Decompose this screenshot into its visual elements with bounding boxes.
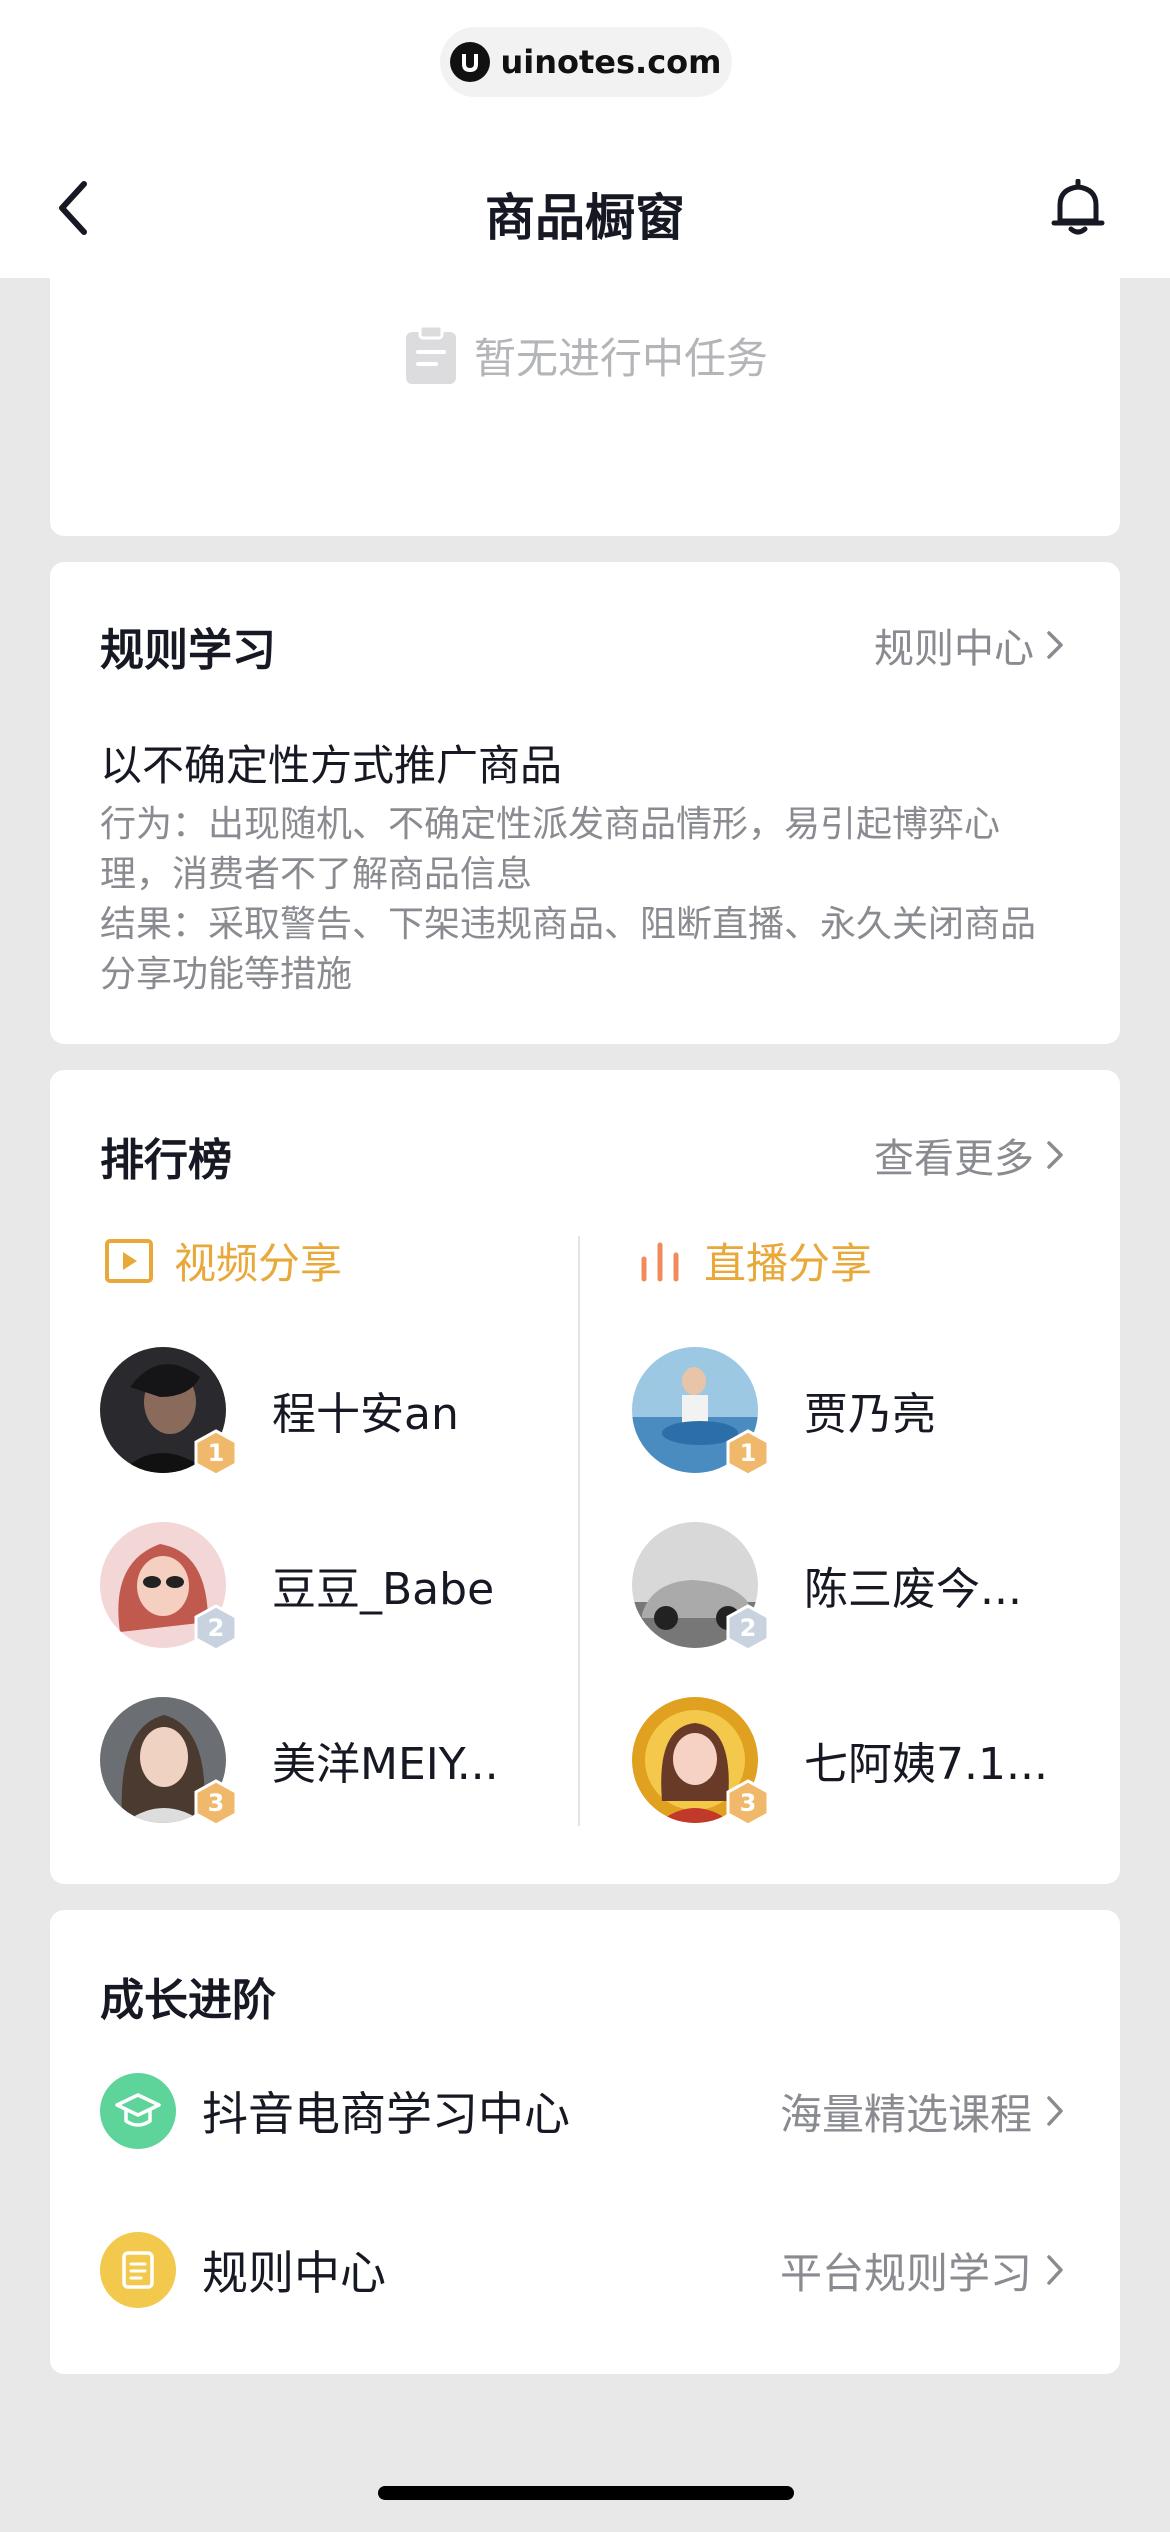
video-rank-item-2[interactable]: 2 豆豆_Babe [100, 1522, 522, 1652]
rules-center-link[interactable]: 规则中心 [874, 616, 1064, 674]
live-rank-item-3[interactable]: 3 七阿姨7.1... [632, 1697, 1054, 1827]
rules-center-sub: 平台规则学习 [779, 2248, 1032, 2298]
avatar-wrap: 2 [632, 1522, 770, 1652]
clipboard-icon [405, 324, 456, 384]
view-more-link[interactable]: 查看更多 [874, 1126, 1064, 1184]
empty-state: 暂无进行中任务 [50, 324, 1120, 386]
notification-button[interactable] [1048, 178, 1108, 238]
rule-item-title: 以不确定性方式推广商品 [100, 741, 563, 790]
rank-badge: 2 [194, 1604, 238, 1652]
rule-item-body: 行为：出现随机、不确定性派发商品情形，易引起博弈心理，消费者不了解商品信息 结果… [100, 800, 1060, 1000]
video-rank-item-1[interactable]: 1 程十安an [100, 1347, 522, 1477]
live-share-label: 直播分享 [704, 1239, 873, 1288]
chevron-right-icon [1047, 2096, 1063, 2126]
rank-badge: 1 [194, 1429, 238, 1477]
rank-number: 1 [207, 1439, 225, 1467]
graduation-cap-icon [100, 2073, 176, 2149]
page: uinotes.com 商品橱窗 暂无进行中任务 规则学习 规则中心 以不确定性… [0, 0, 1170, 2532]
avatar-wrap: 3 [100, 1697, 238, 1827]
live-rank-item-1[interactable]: 1 贾乃亮 [632, 1347, 1054, 1477]
play-video-icon [105, 1238, 153, 1283]
site-logo-icon [450, 42, 491, 82]
url-pill[interactable]: uinotes.com [440, 27, 732, 97]
empty-state-text: 暂无进行中任务 [473, 333, 768, 383]
task-card: 暂无进行中任务 [50, 240, 1120, 536]
growth-title: 成长进阶 [100, 1975, 276, 2026]
home-indicator[interactable] [378, 2486, 794, 2500]
rules-title: 规则学习 [100, 625, 276, 676]
column-divider [578, 1236, 580, 1826]
url-text: uinotes.com [500, 43, 722, 81]
rank-name: 贾乃亮 [804, 1389, 936, 1440]
rule-behavior-text: 行为：出现随机、不确定性派发商品情形，易引起博弈心理，消费者不了解商品信息 [100, 804, 1001, 895]
live-bars-icon [641, 1242, 679, 1281]
rule-result-text: 结果：采取警告、下架违规商品、阻断直播、永久关闭商品分享功能等措施 [100, 904, 1037, 995]
chevron-right-icon [1047, 2255, 1063, 2285]
document-icon [100, 2232, 176, 2308]
growth-card: 成长进阶 抖音电商学习中心 海量精选课程 规则中心 平台规则学习 [50, 1910, 1120, 2374]
avatar-wrap: 1 [100, 1347, 238, 1477]
rules-center-link-label: 规则中心 [874, 626, 1034, 672]
rules-center-row[interactable]: 规则中心 平台规则学习 [100, 2230, 1064, 2310]
live-rank-item-2[interactable]: 2 陈三废今... [632, 1522, 1054, 1652]
rank-name: 陈三废今... [804, 1564, 1022, 1615]
rank-badge: 3 [194, 1779, 238, 1827]
view-more-label: 查看更多 [874, 1136, 1034, 1182]
rank-name: 豆豆_Babe [272, 1564, 495, 1615]
rank-name: 程十安an [272, 1389, 459, 1440]
ranking-title: 排行榜 [100, 1135, 232, 1186]
rank-number: 3 [207, 1789, 225, 1817]
rank-badge: 3 [726, 1779, 770, 1827]
avatar-wrap: 3 [632, 1697, 770, 1827]
learning-center-label: 抖音电商学习中心 [202, 2087, 570, 2141]
tab-video-share[interactable]: 视频分享 [104, 1230, 342, 1291]
chevron-right-icon [1047, 1141, 1063, 1169]
rank-name: 美洋MEIY... [272, 1739, 499, 1790]
rank-number: 2 [739, 1614, 757, 1642]
rules-learning-card: 规则学习 规则中心 以不确定性方式推广商品 行为：出现随机、不确定性派发商品情形… [50, 562, 1120, 1044]
video-rank-item-3[interactable]: 3 美洋MEIY... [100, 1697, 522, 1827]
video-share-label: 视频分享 [174, 1239, 343, 1288]
learning-center-row[interactable]: 抖音电商学习中心 海量精选课程 [100, 2071, 1064, 2151]
rules-center-label: 规则中心 [202, 2246, 386, 2300]
avatar-wrap: 2 [100, 1522, 238, 1652]
rank-badge: 1 [726, 1429, 770, 1477]
rank-number: 3 [739, 1789, 757, 1817]
rank-number: 2 [207, 1614, 225, 1642]
rank-badge: 2 [726, 1604, 770, 1652]
tab-live-share[interactable]: 直播分享 [636, 1230, 872, 1291]
ranking-card: 排行榜 查看更多 视频分享 直播分享 1 程十安an 2 豆豆_Babe 3 美… [50, 1070, 1120, 1884]
rank-name: 七阿姨7.1... [804, 1739, 1048, 1790]
top-navigation-bar: uinotes.com 商品橱窗 [0, 0, 1170, 278]
bell-icon [1051, 179, 1105, 235]
learning-center-sub: 海量精选课程 [779, 2089, 1032, 2139]
chevron-right-icon [1047, 631, 1063, 659]
rank-number: 1 [739, 1439, 757, 1467]
avatar-wrap: 1 [632, 1347, 770, 1477]
